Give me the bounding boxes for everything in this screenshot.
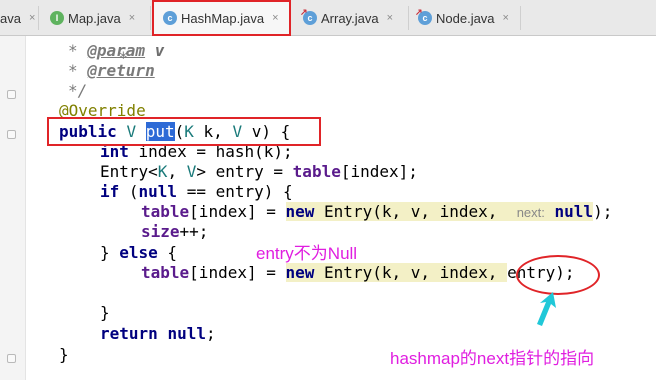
cyan-arrow-icon	[537, 292, 556, 326]
annotation-arrow-layer	[537, 292, 556, 326]
